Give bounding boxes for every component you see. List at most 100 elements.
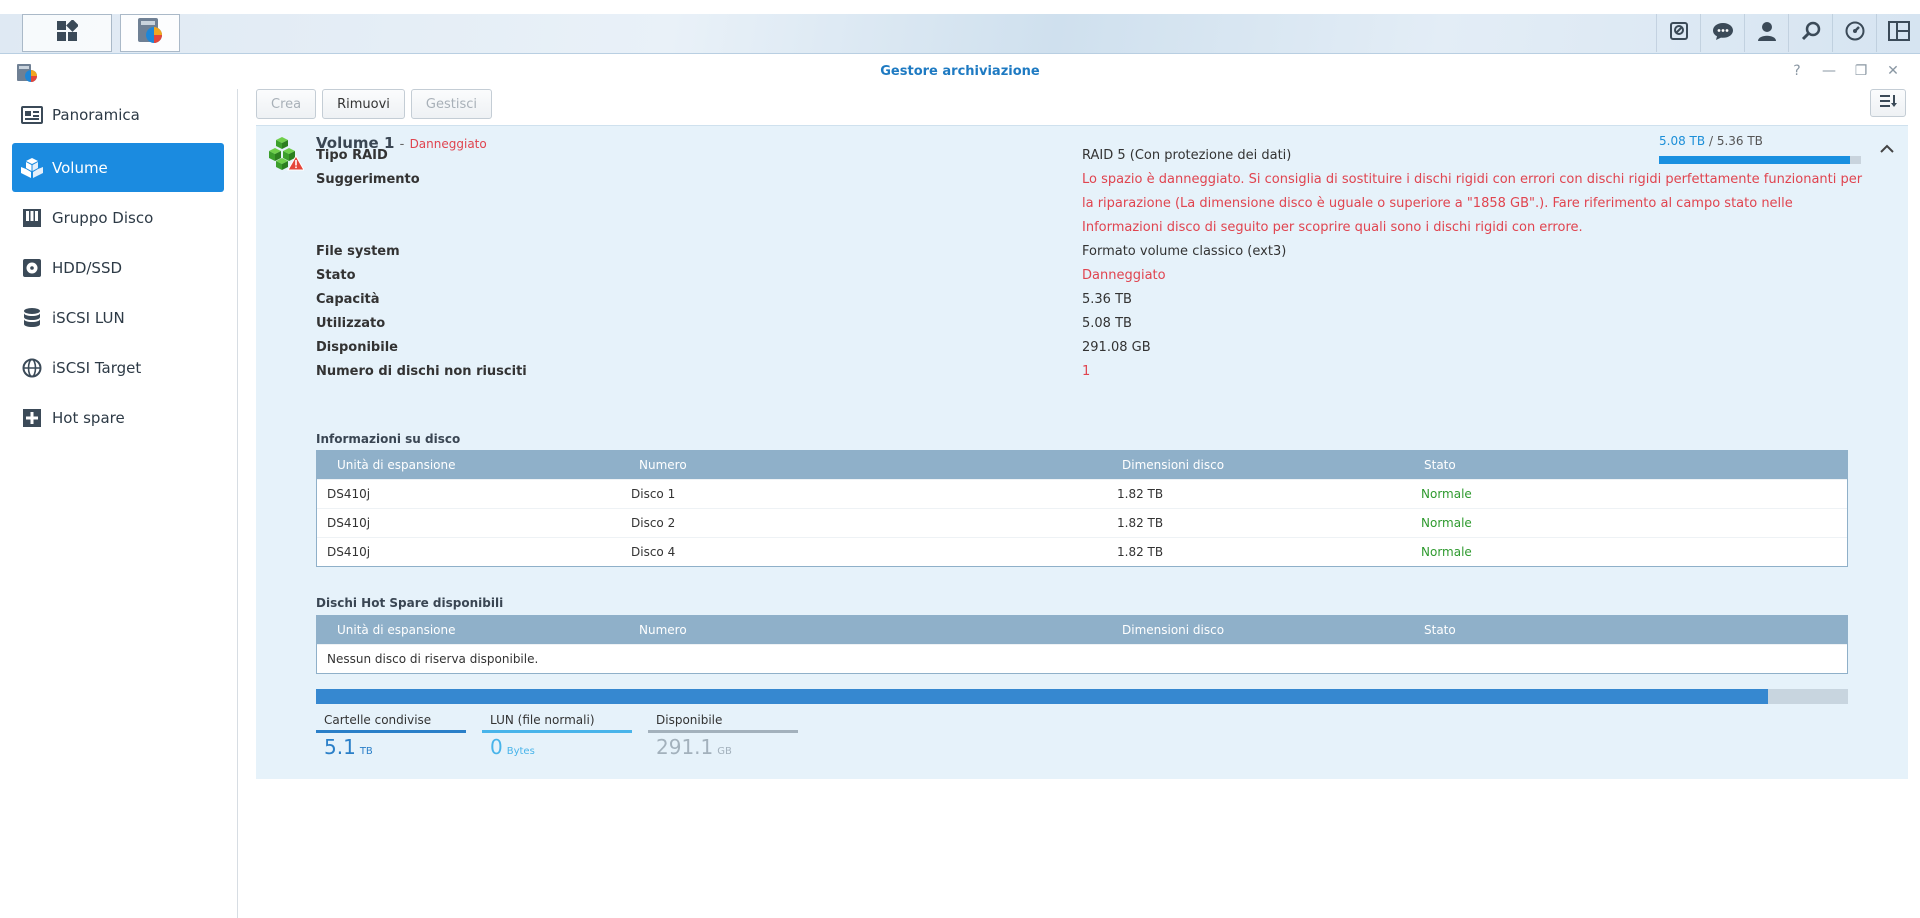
cell-unit: DS410j	[327, 516, 371, 530]
toolbar: Crea Rimuovi Gestisci	[256, 89, 493, 119]
search-button[interactable]	[1788, 14, 1832, 52]
window-title: Gestore archiviazione	[880, 64, 1040, 79]
widgets-button[interactable]	[1832, 14, 1876, 52]
sidebar-item-iscsi-lun[interactable]: iSCSI LUN	[12, 293, 224, 342]
window-controls: ? — ❐ ✕	[1788, 63, 1902, 79]
layout-button[interactable]	[1876, 14, 1920, 52]
cell-unit: DS410j	[327, 545, 371, 559]
disk-info-title: Informazioni su disco	[316, 432, 461, 446]
column-header[interactable]: Dimensioni disco	[1122, 451, 1224, 479]
sort-list-icon	[1879, 94, 1897, 112]
sidebar-item-hot-spare[interactable]: Hot spare	[12, 393, 224, 442]
column-header[interactable]: Unità di espansione	[337, 451, 456, 479]
sidebar-item-panoramica[interactable]: Panoramica	[12, 90, 224, 139]
table-row[interactable]: DS410j Disco 4 1.82 TB Normale	[317, 537, 1847, 566]
legend-line	[316, 730, 466, 733]
detail-label-suggerimento: Suggerimento	[316, 172, 420, 187]
legend-line	[482, 730, 632, 733]
storage-manager-taskbar-button[interactable]	[120, 14, 180, 52]
collapse-chevron-icon[interactable]	[1880, 142, 1894, 158]
cell-unit: DS410j	[327, 487, 371, 501]
media-card-button[interactable]	[1656, 14, 1700, 52]
detail-value-suggerimento: Lo spazio è danneggiato. Si consiglia di…	[1082, 172, 1863, 235]
detail-label-dischi-non-riusciti: Numero di dischi non riusciti	[316, 364, 527, 379]
chat-button[interactable]	[1700, 14, 1744, 52]
table-row[interactable]: DS410j Disco 1 1.82 TB Normale	[317, 479, 1847, 508]
disk-group-icon	[20, 207, 44, 229]
help-icon[interactable]: ?	[1788, 63, 1806, 79]
sidebar-item-label: Gruppo Disco	[52, 208, 154, 227]
sort-button[interactable]	[1870, 89, 1906, 117]
remove-button[interactable]: Rimuovi	[322, 89, 405, 119]
empty-row: Nessun disco di riserva disponibile.	[317, 644, 1847, 673]
volume-panel[interactable]: Volume 1 - Danneggiato 5.08 TB / 5.36 TB…	[256, 125, 1908, 779]
search-icon	[1801, 21, 1821, 45]
legend-label: LUN (file normali)	[490, 713, 595, 727]
volume-cubes-icon	[268, 136, 305, 176]
cell-size: 1.82 TB	[1117, 545, 1164, 559]
detail-value-disponibile: 291.08 GB	[1082, 340, 1151, 355]
widgets-dashboard-icon	[1845, 21, 1865, 45]
table-header: Unità di espansione Numero Dimensioni di…	[317, 451, 1847, 479]
media-card-icon	[1669, 21, 1689, 45]
sidebar-item-iscsi-target[interactable]: iSCSI Target	[12, 343, 224, 392]
column-header[interactable]: Dimensioni disco	[1122, 616, 1224, 644]
cell-number: Disco 4	[631, 545, 676, 559]
sidebar-item-gruppo-disco[interactable]: Gruppo Disco	[12, 193, 224, 242]
disk-info-table: Unità di espansione Numero Dimensioni di…	[316, 450, 1848, 567]
volume-title-separator: -	[399, 137, 405, 152]
detail-label-stato: Stato	[316, 268, 356, 283]
column-header[interactable]: Numero	[639, 451, 687, 479]
detail-label-capacita: Capacità	[316, 292, 380, 307]
legend-available: Disponibile 291.1 GB	[648, 713, 798, 759]
detail-value-capacita: 5.36 TB	[1082, 292, 1132, 307]
volume-icon	[20, 157, 44, 179]
legend-label: Cartelle condivise	[324, 713, 432, 727]
detail-label-disponibile: Disponibile	[316, 340, 398, 355]
layout-icon	[1887, 21, 1910, 45]
hdd-icon	[20, 257, 44, 279]
column-header[interactable]: Stato	[1424, 616, 1456, 644]
taskbar-tray	[1656, 14, 1920, 52]
legend-value: 291.1 GB	[656, 735, 732, 759]
minimize-icon[interactable]: —	[1820, 63, 1838, 79]
detail-value-stato: Danneggiato	[1082, 268, 1166, 283]
restore-icon[interactable]: ❐	[1852, 63, 1870, 79]
capacity-bar	[316, 689, 1848, 704]
cell-status: Normale	[1421, 516, 1472, 530]
cell-status: Normale	[1421, 545, 1472, 559]
column-header[interactable]: Numero	[639, 616, 687, 644]
sidebar-item-label: HDD/SSD	[52, 258, 123, 277]
create-button[interactable]: Crea	[256, 89, 317, 119]
sidebar-item-volume[interactable]: Volume	[12, 143, 224, 192]
cell-status: Normale	[1421, 487, 1472, 501]
capacity-used-fill	[316, 689, 1769, 704]
legend-line	[648, 730, 798, 733]
main-menu-button[interactable]	[22, 14, 112, 52]
table-header: Unità di espansione Numero Dimensioni di…	[317, 616, 1847, 644]
taskbar	[0, 0, 1920, 54]
storage-manager-app-icon	[135, 16, 165, 50]
column-header[interactable]: Unità di espansione	[337, 616, 456, 644]
sidebar-item-label: Panoramica	[52, 105, 140, 124]
user-button[interactable]	[1744, 14, 1788, 52]
detail-value-file-system: Formato volume classico (ext3)	[1082, 244, 1287, 259]
chat-icon	[1712, 21, 1734, 45]
detail-label-tipo-raid: Tipo RAID	[316, 148, 388, 163]
sidebar-item-hdd-ssd[interactable]: HDD/SSD	[12, 243, 224, 292]
table-row[interactable]: DS410j Disco 2 1.82 TB Normale	[317, 508, 1847, 537]
column-header[interactable]: Stato	[1424, 451, 1456, 479]
overview-icon	[20, 104, 44, 126]
iscsi-lun-icon	[20, 307, 44, 329]
sidebar-item-label: iSCSI Target	[52, 358, 142, 377]
window-titlebar[interactable]: Gestore archiviazione ? — ❐ ✕	[0, 55, 1920, 89]
close-icon[interactable]: ✕	[1884, 63, 1902, 79]
legend-value: 5.1 TB	[324, 735, 373, 759]
main-menu-icon	[56, 19, 79, 46]
legend-shared-folders: Cartelle condivise 5.1 TB	[316, 713, 466, 759]
volume-status: Danneggiato	[409, 137, 487, 151]
cell-size: 1.82 TB	[1117, 487, 1164, 501]
hot-spare-icon	[20, 407, 44, 429]
hot-spare-title: Dischi Hot Spare disponibili	[316, 596, 504, 610]
manage-button[interactable]: Gestisci	[410, 89, 493, 119]
